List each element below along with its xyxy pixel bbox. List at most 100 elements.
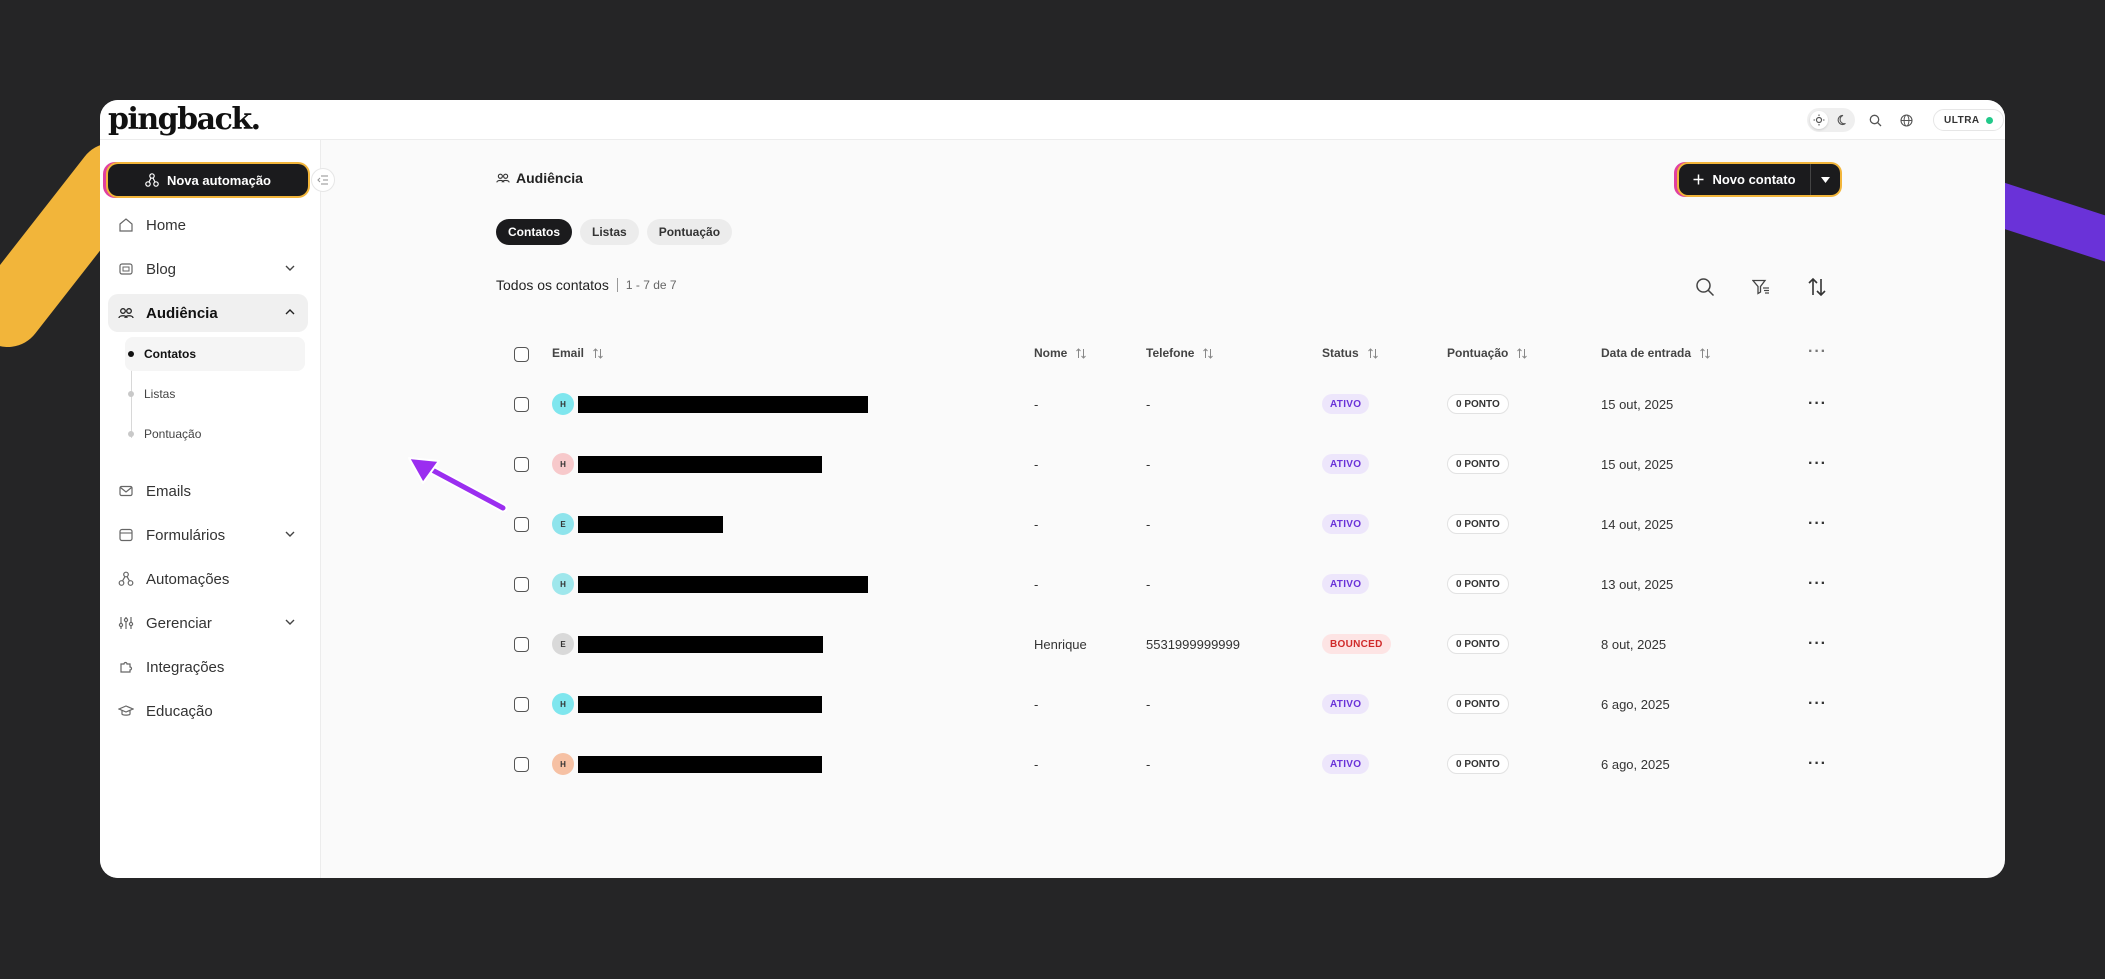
column-label: Email bbox=[552, 346, 585, 360]
date-cell: 15 out, 2025 bbox=[1601, 456, 1674, 472]
email-cell[interactable]: H bbox=[552, 434, 822, 494]
audience-icon bbox=[496, 173, 510, 183]
column-email[interactable]: Email bbox=[552, 346, 604, 360]
column-data-entrada[interactable]: Data de entrada bbox=[1601, 346, 1711, 360]
tab-pontuacao[interactable]: Pontuação bbox=[646, 219, 733, 245]
score-badge: 0 PONTO bbox=[1447, 574, 1509, 594]
more-horizontal-icon: ··· bbox=[1808, 395, 1827, 412]
automation-icon bbox=[118, 571, 134, 586]
email-cell[interactable]: H bbox=[552, 674, 822, 734]
column-status[interactable]: Status bbox=[1322, 346, 1379, 360]
row-checkbox[interactable] bbox=[514, 374, 529, 434]
form-icon bbox=[119, 528, 133, 542]
score-badge: 0 PONTO bbox=[1447, 754, 1509, 774]
table-row[interactable]: E Henrique 5531999999999 BOUNCED 0 PONTO… bbox=[496, 614, 1846, 674]
column-label: Nome bbox=[1034, 346, 1068, 360]
column-telefone[interactable]: Telefone bbox=[1146, 346, 1214, 360]
more-horizontal-icon: ··· bbox=[1808, 455, 1827, 472]
sort-icon[interactable] bbox=[1805, 275, 1829, 299]
row-actions-button[interactable]: ··· bbox=[1808, 374, 1827, 434]
top-bar: pingback. ULTRA bbox=[100, 100, 2005, 140]
status-cell: ATIVO bbox=[1322, 494, 1370, 554]
page-title-text: Audiência bbox=[516, 170, 583, 186]
avatar: E bbox=[552, 633, 574, 655]
table-row[interactable]: H - - ATIVO 0 PONTO 15 out, 2025 ··· bbox=[496, 434, 1846, 494]
collapse-sidebar-button[interactable] bbox=[311, 168, 335, 192]
status-cell: ATIVO bbox=[1322, 674, 1370, 734]
sidebar-item-label: Audiência bbox=[146, 304, 218, 322]
email-cell[interactable]: E bbox=[552, 494, 723, 554]
globe-icon[interactable] bbox=[1896, 110, 1916, 130]
row-checkbox[interactable] bbox=[514, 494, 529, 554]
new-contact-main[interactable]: Novo contato bbox=[1679, 172, 1810, 187]
moon-icon[interactable] bbox=[1834, 111, 1852, 129]
status-badge: ATIVO bbox=[1322, 454, 1370, 474]
row-checkbox[interactable] bbox=[514, 554, 529, 614]
sidebar-item-audiencia[interactable]: Audiência bbox=[108, 294, 308, 332]
row-actions-button[interactable]: ··· bbox=[1808, 614, 1827, 674]
sidebar-subitem-listas[interactable]: Listas bbox=[125, 377, 305, 411]
row-actions-button[interactable]: ··· bbox=[1808, 674, 1827, 734]
sidebar-item-educacao[interactable]: Educação bbox=[108, 692, 308, 730]
row-checkbox[interactable] bbox=[514, 614, 529, 674]
row-checkbox[interactable] bbox=[514, 734, 529, 794]
column-nome[interactable]: Nome bbox=[1034, 346, 1087, 360]
theme-toggle[interactable] bbox=[1807, 108, 1855, 132]
plan-status-dot bbox=[1985, 116, 1993, 124]
table-row[interactable]: E - - ATIVO 0 PONTO 14 out, 2025 ··· bbox=[496, 494, 1846, 554]
sidebar-item-emails[interactable]: Emails bbox=[108, 472, 308, 510]
filter-icon[interactable] bbox=[1749, 275, 1773, 299]
status-badge: ATIVO bbox=[1322, 394, 1370, 414]
email-cell[interactable]: H bbox=[552, 734, 822, 794]
tab-contatos[interactable]: Contatos bbox=[496, 219, 572, 245]
new-contact-dropdown[interactable] bbox=[1810, 164, 1840, 195]
email-cell[interactable]: H bbox=[552, 374, 868, 434]
sidebar-item-formularios[interactable]: Formulários bbox=[108, 516, 308, 554]
table-row[interactable]: H - - ATIVO 0 PONTO 15 out, 2025 ··· bbox=[496, 374, 1846, 434]
sort-icon bbox=[1367, 347, 1378, 359]
plan-badge[interactable]: ULTRA bbox=[1933, 109, 2004, 131]
search-icon[interactable] bbox=[1693, 275, 1717, 299]
table-row[interactable]: H - - ATIVO 0 PONTO 6 ago, 2025 ··· bbox=[496, 734, 1846, 794]
redacted-email bbox=[578, 635, 823, 653]
sidebar: Nova automação Home Blog Audiência Conta… bbox=[100, 140, 335, 878]
chevron-up-icon bbox=[285, 309, 295, 315]
score-cell: 0 PONTO bbox=[1447, 554, 1509, 614]
row-actions-button[interactable]: ··· bbox=[1808, 734, 1827, 794]
phone-cell: - bbox=[1146, 756, 1151, 772]
phone-cell: - bbox=[1146, 696, 1151, 712]
table-row[interactable]: H - - ATIVO 0 PONTO 13 out, 2025 ··· bbox=[496, 554, 1846, 614]
score-cell: 0 PONTO bbox=[1447, 674, 1509, 734]
row-actions-button[interactable]: ··· bbox=[1808, 554, 1827, 614]
sidebar-item-gerenciar[interactable]: Gerenciar bbox=[108, 604, 308, 642]
sidebar-item-blog[interactable]: Blog bbox=[108, 250, 308, 288]
row-actions-button[interactable]: ··· bbox=[1808, 494, 1827, 554]
avatar: H bbox=[552, 693, 574, 715]
row-checkbox[interactable] bbox=[514, 434, 529, 494]
date-cell: 6 ago, 2025 bbox=[1601, 696, 1670, 712]
redacted-email bbox=[578, 515, 723, 533]
sidebar-subitem-label: Listas bbox=[144, 387, 176, 401]
redacted-email bbox=[578, 395, 868, 413]
sidebar-subitem-contatos[interactable]: Contatos bbox=[125, 337, 305, 371]
sidebar-item-integracoes[interactable]: Integrações bbox=[108, 648, 308, 686]
submenu-dot bbox=[128, 391, 134, 397]
search-icon[interactable] bbox=[1865, 110, 1885, 130]
row-checkbox[interactable] bbox=[514, 674, 529, 734]
new-automation-button[interactable]: Nova automação bbox=[108, 164, 308, 196]
email-cell[interactable]: H bbox=[552, 554, 868, 614]
email-cell[interactable]: E bbox=[552, 614, 823, 674]
sidebar-item-home[interactable]: Home bbox=[108, 206, 308, 244]
tab-listas[interactable]: Listas bbox=[580, 219, 639, 245]
table-row[interactable]: H - - ATIVO 0 PONTO 6 ago, 2025 ··· bbox=[496, 674, 1846, 734]
column-options-button[interactable]: ··· bbox=[1808, 343, 1827, 361]
sun-icon[interactable] bbox=[1810, 111, 1828, 129]
phone-cell: 5531999999999 bbox=[1146, 636, 1240, 652]
new-contact-button[interactable]: Novo contato bbox=[1679, 164, 1840, 195]
column-pontuacao[interactable]: Pontuação bbox=[1447, 346, 1528, 360]
select-all-checkbox[interactable] bbox=[514, 347, 529, 362]
row-actions-button[interactable]: ··· bbox=[1808, 434, 1827, 494]
sidebar-subitem-pontuacao[interactable]: Pontuação bbox=[125, 417, 305, 451]
redacted-email bbox=[578, 755, 822, 773]
sidebar-item-automacoes[interactable]: Automações bbox=[108, 560, 308, 598]
